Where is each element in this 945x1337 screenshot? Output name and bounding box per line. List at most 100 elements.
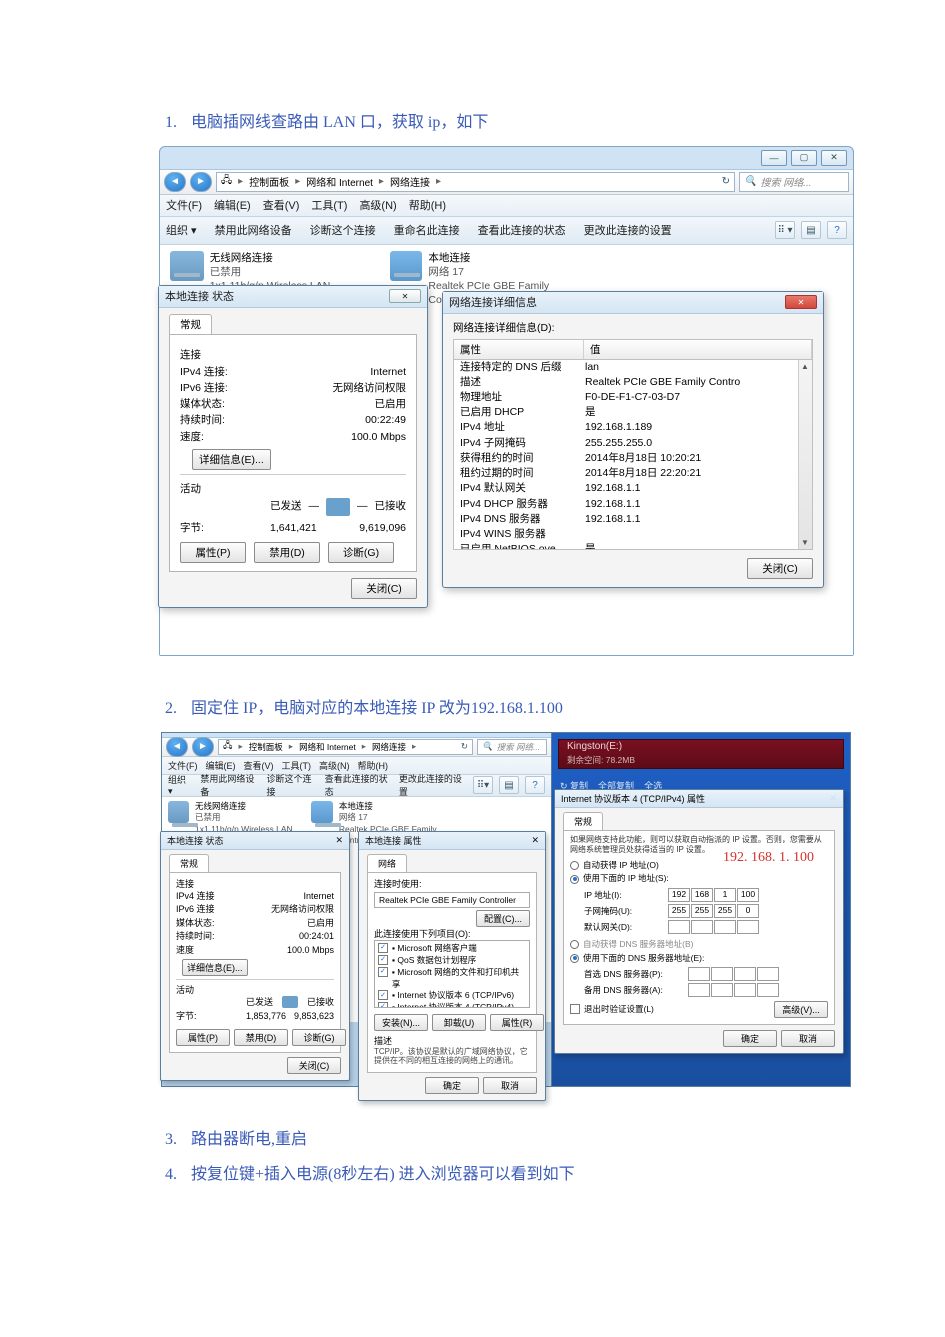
c-diag[interactable]: 诊断这个连接: [266, 772, 314, 798]
ms-close[interactable]: ✕: [335, 835, 343, 846]
details-close-button[interactable]: 关闭(C): [747, 558, 813, 579]
tcp-close[interactable]: ✕: [829, 793, 837, 804]
m-edit[interactable]: 编辑(E): [206, 759, 236, 772]
radio-auto-ip[interactable]: [570, 861, 579, 870]
pane-icon[interactable]: ▤: [801, 221, 821, 239]
l-s1: 网络 17: [339, 812, 446, 823]
ms-dk: 持续时间:: [176, 930, 246, 944]
status-dlg-title: 本地连接 状态: [165, 288, 234, 304]
ms-bd[interactable]: 禁用(D): [234, 1029, 288, 1046]
props-item[interactable]: ✓▪ Microsoft 网络的文件和打印机共享: [378, 967, 526, 991]
menu-help[interactable]: 帮助(H): [409, 197, 446, 213]
m-help[interactable]: 帮助(H): [358, 759, 389, 772]
details-row: IPv4 子网掩码255.255.255.0: [454, 436, 812, 451]
gw-input[interactable]: [668, 920, 759, 934]
tcp-ok[interactable]: 确定: [723, 1030, 777, 1047]
tcp-cancel[interactable]: 取消: [781, 1030, 835, 1047]
dns1-input[interactable]: [688, 967, 779, 981]
addr-a: 控制面板: [249, 741, 283, 753]
k-media: 媒体状态:: [180, 396, 270, 412]
back-button[interactable]: ◄: [166, 737, 188, 757]
mp-ok[interactable]: 确定: [425, 1077, 479, 1094]
m-file[interactable]: 文件(F): [168, 759, 198, 772]
view-icon[interactable]: ⠿▾: [473, 776, 493, 794]
radio-auto-dns[interactable]: [570, 940, 579, 949]
tcp-adv[interactable]: 高级(V)...: [774, 1001, 828, 1018]
m-tools[interactable]: 工具(T): [282, 759, 312, 772]
ms-det-btn[interactable]: 详细信息(E)...: [182, 959, 248, 976]
m-view[interactable]: 查看(V): [244, 759, 274, 772]
search-input[interactable]: 🔍搜索 网络...: [477, 739, 547, 755]
ip-input[interactable]: 1921681100: [668, 888, 759, 902]
menu-tools[interactable]: 工具(T): [311, 197, 347, 213]
status-tab[interactable]: 常规: [169, 314, 212, 334]
mask-lbl: 子网掩码(U):: [584, 905, 664, 917]
mask-input[interactable]: 2552552550: [668, 904, 759, 918]
cmd-disable[interactable]: 禁用此网络设备: [215, 222, 292, 238]
ms-close-btn[interactable]: 关闭(C): [287, 1057, 341, 1074]
refresh-icon[interactable]: ↻: [722, 176, 730, 187]
min-button[interactable]: —: [761, 150, 787, 166]
mp-cancel[interactable]: 取消: [483, 1077, 537, 1094]
c-ch[interactable]: 更改此连接的设置: [399, 772, 463, 798]
mp-inst[interactable]: 安装(N)...: [374, 1014, 428, 1031]
explorer-window: — ▢ ✕ ◄ ► 🖧 ▸ 控制面板 ▸ 网络和 Internet ▸ 网络连接…: [159, 146, 854, 657]
details-scrollbar[interactable]: [798, 360, 812, 549]
view-icon[interactable]: ⠿ ▾: [775, 221, 795, 239]
details-list[interactable]: 连接特定的 DNS 后缀lan描述Realtek PCIe GBE Family…: [453, 360, 813, 550]
cmd-change[interactable]: 更改此连接的设置: [584, 222, 672, 238]
help-icon[interactable]: ?: [827, 221, 847, 239]
addr-sep: ▸: [236, 176, 245, 187]
status-close-button[interactable]: 关闭(C): [351, 578, 417, 599]
diag-button[interactable]: 诊断(G): [328, 542, 394, 563]
cmd-status[interactable]: 查看此连接的状态: [478, 222, 566, 238]
search-input[interactable]: 🔍 搜索 网络...: [739, 172, 849, 192]
radio-manual-dns[interactable]: [570, 954, 579, 963]
address-bar[interactable]: 🖧 ▸控制面板 ▸网络和 Internet ▸网络连接 ▸ ↻: [218, 739, 473, 755]
mp-prop[interactable]: 属性(R): [490, 1014, 544, 1031]
help-icon[interactable]: ?: [525, 776, 545, 794]
props-item[interactable]: ✓▪ Microsoft 网络客户端: [378, 943, 526, 955]
disable-button[interactable]: 禁用(D): [254, 542, 320, 563]
back-button[interactable]: ◄: [164, 172, 186, 192]
mp-cfg[interactable]: 配置(C)...: [476, 910, 530, 927]
details-dlg-close[interactable]: ✕: [785, 295, 817, 309]
max-button[interactable]: ▢: [791, 150, 817, 166]
props-item[interactable]: ✓▪ Internet 协议版本 4 (TCP/IPv4): [378, 1002, 526, 1008]
fwd-button[interactable]: ►: [192, 737, 214, 757]
status-dlg-close[interactable]: ✕: [389, 289, 421, 303]
close-button[interactable]: ✕: [821, 150, 847, 166]
menu-edit[interactable]: 编辑(E): [214, 197, 251, 213]
props-button[interactable]: 属性(P): [180, 542, 246, 563]
menu-view[interactable]: 查看(V): [263, 197, 300, 213]
mp-close[interactable]: ✕: [531, 835, 539, 846]
addr-part-a: 控制面板: [249, 174, 289, 189]
details-button[interactable]: 详细信息(E)...: [192, 449, 271, 470]
m-adv[interactable]: 高级(N): [319, 759, 350, 772]
ms-bg[interactable]: 诊断(G): [292, 1029, 346, 1046]
c-org[interactable]: 组织 ▾: [168, 773, 190, 797]
cmd-rename[interactable]: 重命名此连接: [394, 222, 460, 238]
mp-tab[interactable]: 网络: [367, 854, 407, 872]
menu-adv[interactable]: 高级(N): [359, 197, 396, 213]
pane-icon[interactable]: ▤: [499, 776, 519, 794]
ms-sv2: 1,853,776: [246, 1010, 286, 1024]
validate-checkbox[interactable]: 退出时验证设置(L): [570, 1004, 654, 1016]
address-bar[interactable]: 🖧 ▸ 控制面板 ▸ 网络和 Internet ▸ 网络连接 ▸ ↻: [216, 172, 735, 192]
ms-bp[interactable]: 属性(P): [176, 1029, 230, 1046]
mp-unin[interactable]: 卸载(U): [432, 1014, 486, 1031]
ms-tab[interactable]: 常规: [169, 854, 209, 872]
cmd-org[interactable]: 组织 ▾: [166, 222, 197, 238]
mp-title: 本地连接 属性: [365, 834, 422, 847]
tcp-tab[interactable]: 常规: [563, 812, 603, 830]
radio-manual-ip[interactable]: [570, 875, 579, 884]
cmd-diag[interactable]: 诊断这个连接: [310, 222, 376, 238]
ms-ipv4v: Internet: [246, 890, 334, 904]
c-dis[interactable]: 禁用此网络设备: [200, 772, 256, 798]
props-item[interactable]: ✓▪ Internet 协议版本 6 (TCP/IPv6): [378, 990, 526, 1002]
fwd-button[interactable]: ►: [190, 172, 212, 192]
menu-file[interactable]: 文件(F): [166, 197, 202, 213]
c-st[interactable]: 查看此连接的状态: [325, 772, 389, 798]
dns2-input[interactable]: [688, 983, 779, 997]
props-item[interactable]: ✓▪ QoS 数据包计划程序: [378, 955, 526, 967]
